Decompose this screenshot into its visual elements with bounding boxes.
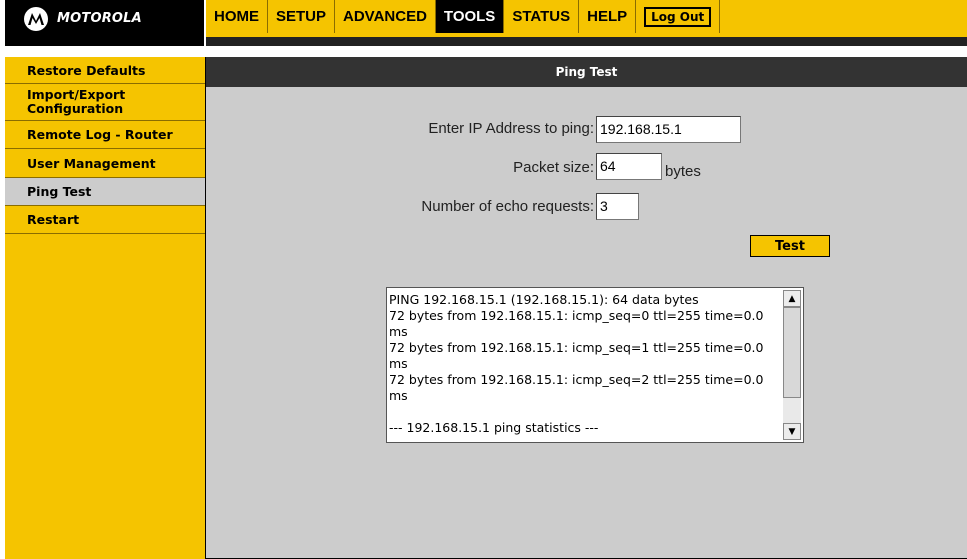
header-divider-left <box>5 37 204 46</box>
sidebar-item-restart[interactable]: Restart <box>5 206 205 234</box>
packet-size-label: Packet size: <box>513 159 594 176</box>
sidebar-item-ping-test[interactable]: Ping Test <box>5 178 205 206</box>
page-title: Ping Test <box>206 57 967 87</box>
header-divider-right <box>206 37 967 46</box>
motorola-batwing-icon <box>24 6 48 31</box>
tab-home[interactable]: HOME <box>206 0 268 33</box>
ip-address-input[interactable]: 192.168.15.1 <box>596 116 741 143</box>
logout-wrap: Log Out <box>636 0 721 33</box>
ip-address-label: Enter IP Address to ping: <box>428 120 594 137</box>
echo-requests-label: Number of echo requests: <box>421 198 594 215</box>
tab-setup[interactable]: SETUP <box>268 0 336 33</box>
sidebar-item-remote-log[interactable]: Remote Log - Router <box>5 121 205 149</box>
test-button[interactable]: Test <box>750 235 830 257</box>
packet-size-input[interactable]: 64 <box>596 153 662 180</box>
sidebar-item-restore-defaults[interactable]: Restore Defaults <box>5 57 205 84</box>
logout-button[interactable]: Log Out <box>644 6 712 27</box>
tab-tools[interactable]: TOOLS <box>435 0 505 33</box>
brand-name: MOTOROLA <box>57 11 142 26</box>
output-scrollbar[interactable]: ▲ ▼ <box>783 290 801 440</box>
tab-advanced[interactable]: ADVANCED <box>335 0 436 33</box>
router-admin-page: MOTOROLA HOME SETUP ADVANCED TOOLS STATU… <box>5 0 967 559</box>
ping-output-textarea[interactable]: PING 192.168.15.1 (192.168.15.1): 64 dat… <box>386 287 804 443</box>
echo-requests-input[interactable]: 3 <box>596 193 639 220</box>
packet-size-unit: bytes <box>665 163 701 180</box>
tab-status[interactable]: STATUS <box>504 0 580 33</box>
top-nav: HOME SETUP ADVANCED TOOLS STATUS HELP Lo… <box>204 0 967 37</box>
scroll-down-icon[interactable]: ▼ <box>783 423 801 440</box>
sidebar-item-import-export[interactable]: Import/Export Configuration <box>5 84 205 121</box>
sidebar-item-user-management[interactable]: User Management <box>5 149 205 178</box>
ping-output-text: PING 192.168.15.1 (192.168.15.1): 64 dat… <box>389 292 764 435</box>
brand-logo[interactable]: MOTOROLA <box>5 0 204 37</box>
main-panel: Ping Test Enter IP Address to ping: 192.… <box>206 57 967 559</box>
sidebar: Restore Defaults Import/Export Configura… <box>5 57 206 559</box>
scroll-thumb[interactable] <box>783 307 801 398</box>
scroll-up-icon[interactable]: ▲ <box>783 290 801 307</box>
tab-help[interactable]: HELP <box>579 0 637 33</box>
